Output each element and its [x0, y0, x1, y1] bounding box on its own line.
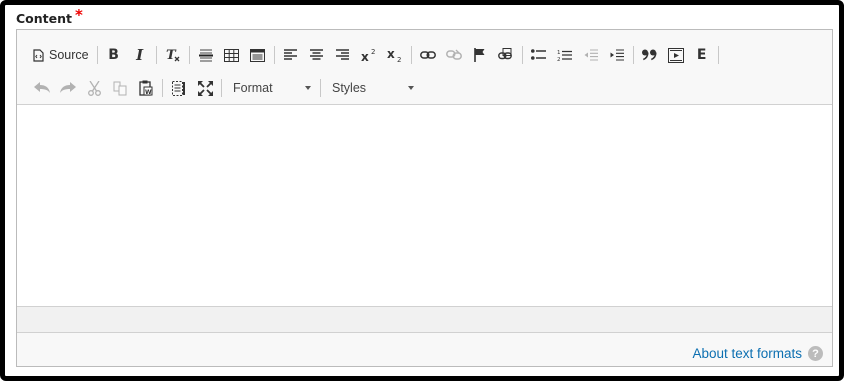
redo-icon	[60, 82, 76, 94]
blockquote-icon	[642, 49, 657, 61]
format-dropdown-label: Format	[233, 81, 273, 95]
template-icon	[250, 48, 266, 62]
italic-button[interactable]: I	[127, 43, 153, 67]
entity-embed-icon: E	[696, 47, 707, 63]
styles-dropdown[interactable]: Styles	[324, 77, 420, 99]
toolbar-separator	[320, 79, 321, 97]
show-blocks-button[interactable]	[166, 76, 192, 100]
entity-embed-button[interactable]: E	[689, 43, 715, 67]
toolbar-separator	[273, 46, 275, 64]
outdent-button[interactable]	[578, 43, 604, 67]
numbered-list-icon: 12	[557, 49, 573, 62]
numbered-list-button[interactable]: 12	[552, 43, 578, 67]
source-label: Source	[49, 48, 89, 62]
subscript-icon: x2	[387, 47, 403, 63]
svg-text:2: 2	[397, 56, 401, 63]
toolbar-separator	[96, 46, 98, 64]
editor-frame: Content * Source B I T x 2 x 2 1 2 E W F…	[0, 0, 844, 381]
link-button[interactable]	[415, 43, 441, 67]
link-icon	[419, 50, 436, 60]
maximize-icon	[197, 80, 213, 96]
remove-format-button[interactable]: T	[160, 43, 186, 67]
horizontal-line-button[interactable]	[193, 43, 219, 67]
format-dropdown[interactable]: Format	[225, 77, 317, 99]
anchor-button[interactable]	[467, 43, 493, 67]
subscript-button[interactable]: x2	[382, 43, 408, 67]
bulleted-list-icon	[531, 49, 547, 61]
paste-from-word-button[interactable]: W	[133, 76, 159, 100]
svg-text:W: W	[145, 89, 152, 96]
required-marker: *	[75, 6, 83, 24]
bulleted-list-button[interactable]	[526, 43, 552, 67]
paste-word-icon: W	[139, 80, 153, 96]
svg-text:2: 2	[557, 57, 561, 62]
chevron-down-icon	[305, 86, 311, 90]
styles-dropdown-label: Styles	[332, 81, 367, 95]
editor-content-area[interactable]	[17, 106, 832, 306]
undo-icon	[34, 82, 50, 94]
text-formats-bar: About text formats ?	[17, 333, 832, 366]
align-right-icon	[336, 49, 350, 61]
indent-button[interactable]	[604, 43, 630, 67]
toolbar-separator	[410, 46, 412, 64]
toolbar-separator	[155, 46, 157, 64]
copy-icon	[113, 81, 127, 96]
copy-button[interactable]	[107, 76, 133, 100]
undo-button[interactable]	[29, 76, 55, 100]
source-button[interactable]: Source	[29, 43, 94, 67]
align-left-icon	[284, 49, 298, 61]
blockquote-button[interactable]	[637, 43, 663, 67]
about-text-formats-link[interactable]: About text formats	[692, 346, 802, 361]
svg-text:x: x	[387, 47, 395, 61]
chevron-down-icon	[408, 86, 414, 90]
align-left-button[interactable]	[278, 43, 304, 67]
entity-link-button[interactable]	[493, 43, 519, 67]
media-embed-button[interactable]	[663, 43, 689, 67]
table-button[interactable]	[219, 43, 245, 67]
bold-icon: B	[108, 47, 119, 63]
scissors-icon	[87, 80, 101, 96]
unlink-icon	[445, 49, 462, 61]
horizontal-line-icon	[198, 48, 213, 62]
show-blocks-icon	[172, 80, 186, 96]
entity-link-icon	[497, 48, 514, 62]
toolbar-row-2: W Format Styles	[29, 75, 420, 101]
toolbar-separator	[162, 79, 163, 97]
toolbar-separator	[717, 46, 719, 64]
superscript-icon: x2	[361, 48, 377, 62]
unlink-button[interactable]	[441, 43, 467, 67]
rich-text-editor: Source B I T x 2 x 2 1 2 E W Format Styl…	[16, 29, 833, 367]
superscript-button[interactable]: x2	[356, 43, 382, 67]
field-label-text: Content	[16, 11, 72, 26]
drupal-template-button[interactable]	[245, 43, 271, 67]
bold-button[interactable]: B	[101, 43, 127, 67]
svg-text:2: 2	[371, 48, 375, 56]
toolbar-row-1: Source B I T x 2 x 2 1 2 E	[29, 42, 722, 68]
italic-icon: I	[136, 46, 144, 64]
svg-text:x: x	[361, 50, 369, 62]
toolbar-separator	[521, 46, 523, 64]
table-icon	[224, 48, 240, 62]
toolbar-separator	[188, 46, 190, 64]
source-icon	[33, 48, 44, 62]
element-path-bar	[17, 306, 832, 333]
toolbar-separator	[221, 79, 222, 97]
svg-text:1: 1	[557, 50, 561, 56]
align-center-button[interactable]	[304, 43, 330, 67]
redo-button[interactable]	[55, 76, 81, 100]
outdent-icon	[583, 48, 599, 62]
video-icon	[667, 47, 684, 63]
toolbar-separator	[632, 46, 634, 64]
align-center-icon	[310, 49, 324, 61]
field-label: Content *	[16, 6, 83, 27]
cut-button[interactable]	[81, 76, 107, 100]
editor-toolbar: Source B I T x 2 x 2 1 2 E W Format Styl…	[17, 30, 832, 105]
align-right-button[interactable]	[330, 43, 356, 67]
flag-icon	[473, 48, 486, 62]
remove-format-icon: T	[165, 47, 181, 63]
indent-icon	[609, 48, 625, 62]
help-icon[interactable]: ?	[808, 346, 823, 361]
maximize-button[interactable]	[192, 76, 218, 100]
